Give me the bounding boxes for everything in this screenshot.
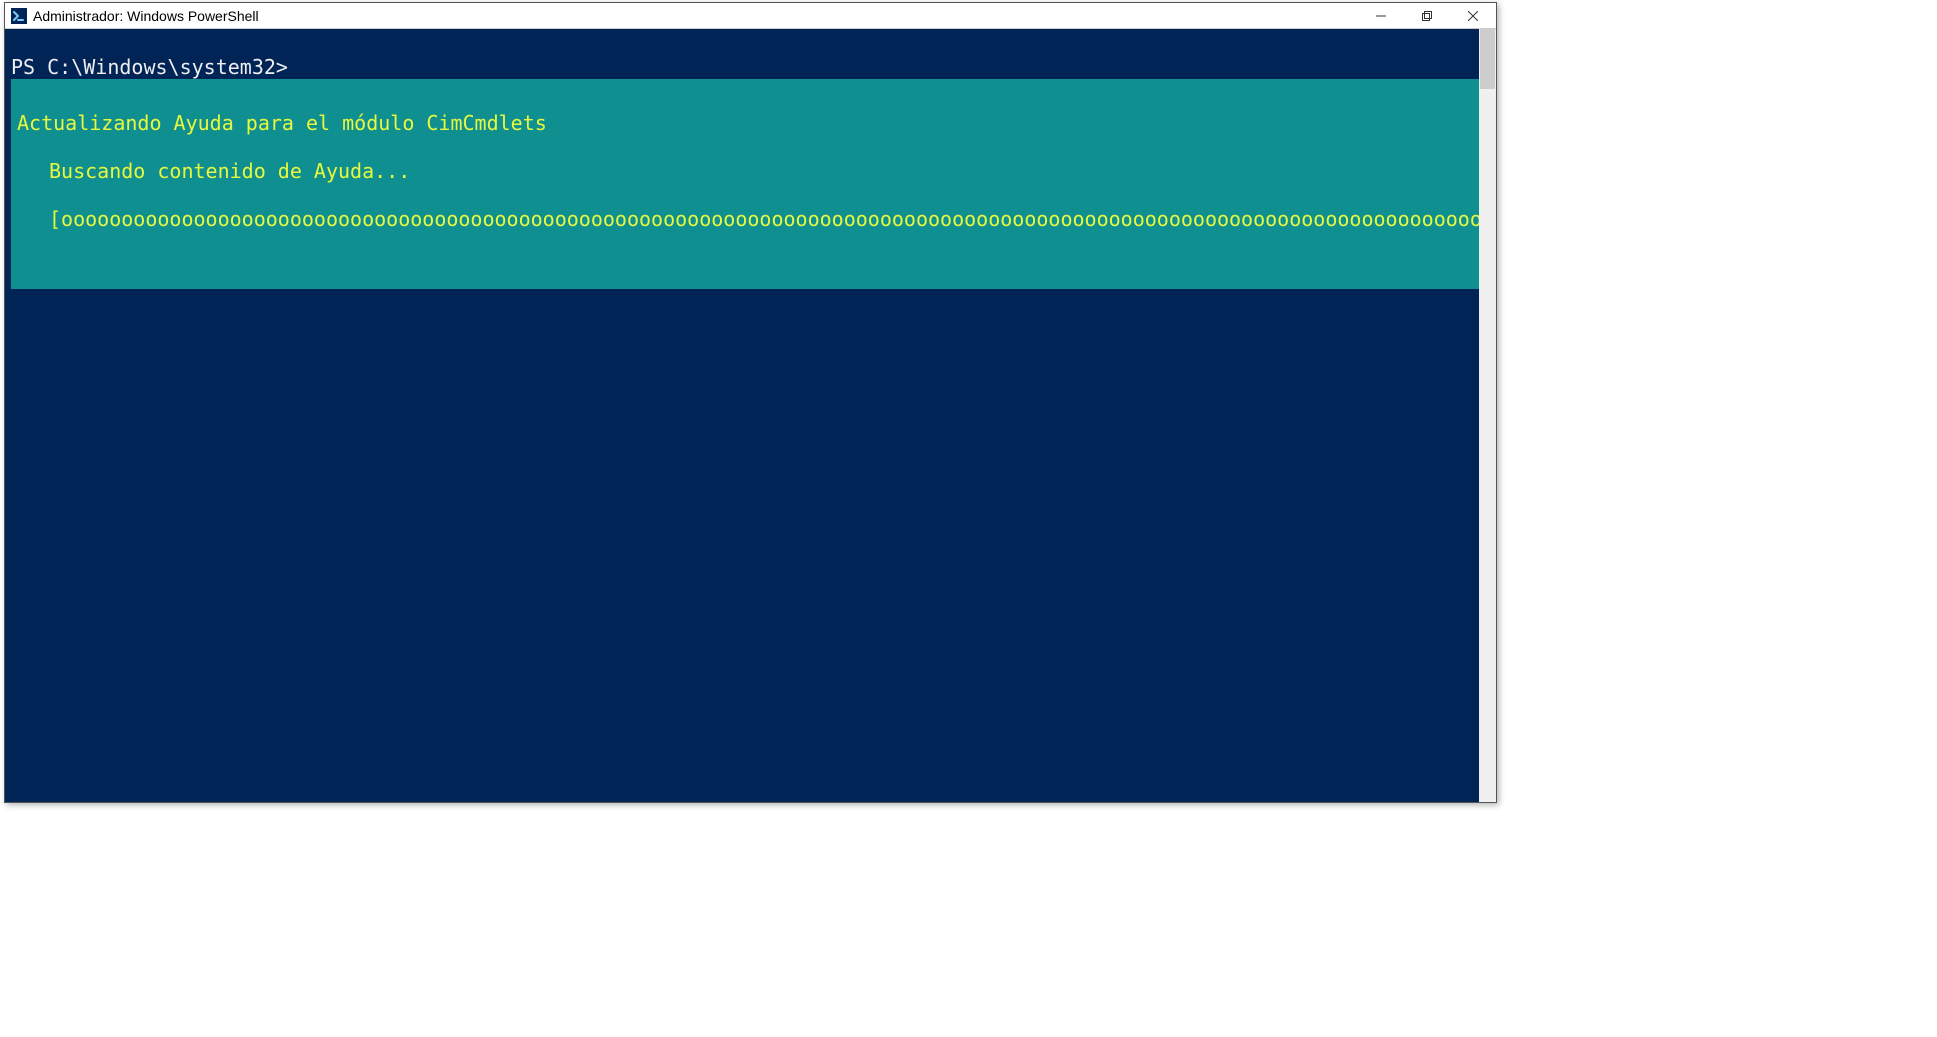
minimize-icon <box>1376 11 1386 21</box>
progress-title: Actualizando Ayuda para el módulo CimCmd… <box>17 111 1484 135</box>
scrollbar-track[interactable] <box>1479 29 1496 802</box>
vertical-scrollbar[interactable] <box>1479 29 1496 802</box>
progress-bar: [ooooooooooooooooooooooooooooooooooooooo… <box>17 207 1484 231</box>
window-controls <box>1358 3 1496 28</box>
window-title: Administrador: Windows PowerShell <box>33 8 259 24</box>
minimize-button[interactable] <box>1358 3 1404 28</box>
client-area: PS C:\Windows\system32> PS C:\Windows\sy… <box>5 29 1496 802</box>
powershell-window: Administrador: Windows PowerShell <box>4 2 1497 803</box>
prompt-line: PS C:\Windows\system32> <box>11 55 288 79</box>
progress-status: Buscando contenido de Ayuda... <box>17 159 1484 183</box>
maximize-icon <box>1422 11 1432 21</box>
powershell-icon <box>11 8 27 24</box>
maximize-button[interactable] <box>1404 3 1450 28</box>
scrollbar-thumb[interactable] <box>1480 29 1495 89</box>
titlebar[interactable]: Administrador: Windows PowerShell <box>5 3 1496 29</box>
titlebar-left: Administrador: Windows PowerShell <box>5 8 259 24</box>
close-icon <box>1468 11 1478 21</box>
close-button[interactable] <box>1450 3 1496 28</box>
progress-panel: Actualizando Ayuda para el módulo CimCmd… <box>11 79 1490 289</box>
